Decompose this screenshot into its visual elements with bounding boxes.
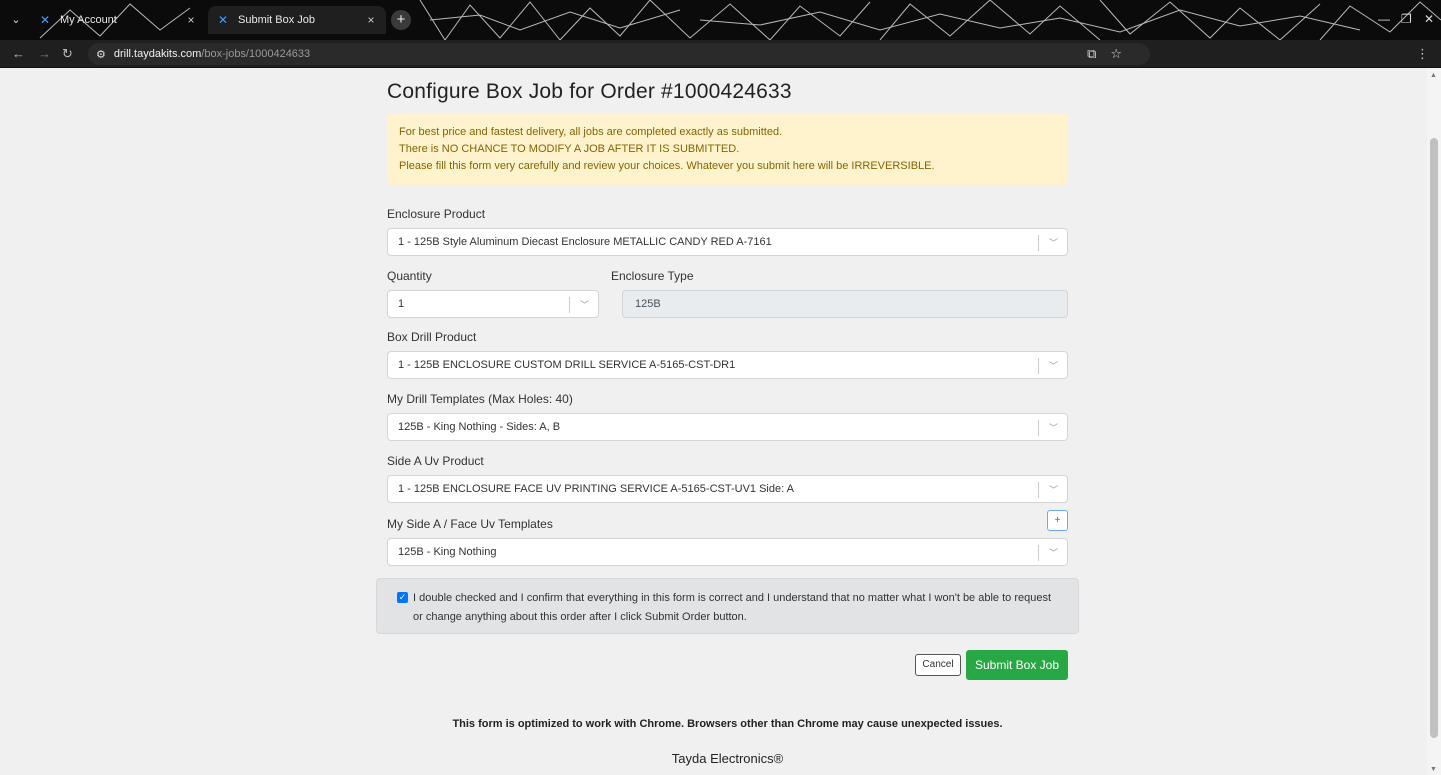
warning-alert: For best price and fastest delivery, all… xyxy=(387,114,1068,185)
enclosure-product-label: Enclosure Product xyxy=(387,207,486,221)
add-uv-template-button[interactable]: + xyxy=(1047,510,1068,531)
tab-submit-box-job[interactable]: ✕ Submit Box Job × xyxy=(208,6,386,34)
footer-brand: Tayda Electronics® xyxy=(671,751,784,766)
alert-line: Please fill this form very carefully and… xyxy=(399,160,935,172)
tab-title: Submit Box Job xyxy=(238,14,316,26)
alert-line: For best price and fastest delivery, all… xyxy=(399,126,783,138)
confirm-text: I double checked and I confirm that ever… xyxy=(413,592,1052,623)
forward-arrow-icon[interactable]: → xyxy=(38,46,51,61)
new-tab-plus-icon[interactable]: + xyxy=(391,10,411,30)
scroll-down-arrow-icon[interactable]: ▼ xyxy=(1430,766,1437,773)
cancel-button[interactable]: Cancel xyxy=(915,654,961,676)
minimize-window-icon[interactable]: — xyxy=(1378,12,1390,26)
side-a-uv-product-value: 1 - 125B ENCLOSURE FACE UV PRINTING SERV… xyxy=(398,483,794,495)
scrollbar-thumb[interactable] xyxy=(1430,138,1438,738)
cast-and-bookmark-icons[interactable]: ⧉☆ xyxy=(1087,46,1136,62)
page-title: Configure Box Job for Order #1000424633 xyxy=(387,80,792,103)
quantity-select[interactable]: 1 ﹀ xyxy=(387,290,599,318)
enclosure-product-value: 1 - 125B Style Aluminum Diecast Enclosur… xyxy=(398,236,772,248)
enclosure-product-select[interactable]: 1 - 125B Style Aluminum Diecast Enclosur… xyxy=(387,228,1068,256)
chevron-down-icon: ﹀ xyxy=(1048,423,1058,433)
enclosure-type-value: 125B xyxy=(635,298,661,310)
quantity-label: Quantity xyxy=(387,269,432,283)
enclosure-type-field: 125B xyxy=(622,290,1068,318)
restore-window-icon[interactable]: ❐ xyxy=(1401,12,1412,26)
chevron-down-icon: ﹀ xyxy=(579,300,589,310)
alert-line: There is NO CHANCE TO MODIFY A JOB AFTER… xyxy=(399,143,740,155)
browser-compatibility-note: This form is optimized to work with Chro… xyxy=(452,718,1003,730)
enclosure-type-label: Enclosure Type xyxy=(611,269,694,283)
box-drill-product-label: Box Drill Product xyxy=(387,330,477,344)
tab-close-icon[interactable]: × xyxy=(364,13,378,27)
quantity-value: 1 xyxy=(398,298,405,310)
url-path: /box-jobs/1000424633 xyxy=(201,48,311,60)
tab-title: My Account xyxy=(60,14,117,26)
browser-tab-strip: ⌄ ✕ My Account × ✕ Submit Box Job × + — … xyxy=(0,0,1441,40)
url-host: drill.taydakits.com xyxy=(113,48,202,60)
box-drill-product-select[interactable]: 1 - 125B ENCLOSURE CUSTOM DRILL SERVICE … xyxy=(387,351,1068,379)
back-arrow-icon[interactable]: ← xyxy=(12,46,25,61)
side-a-uv-product-label: Side A Uv Product xyxy=(387,454,484,468)
tab-search-icon[interactable]: ⌄ xyxy=(6,10,26,30)
tab-my-account[interactable]: ✕ My Account × xyxy=(30,6,206,34)
browser-toolbar: ← → ↻ ⚙ drill.taydakits.com/box-jobs/100… xyxy=(0,40,1441,68)
confirm-checkbox[interactable]: ✓ xyxy=(397,592,408,603)
side-a-uv-templates-select[interactable]: 125B - King Nothing ﹀ xyxy=(387,538,1068,566)
reload-icon[interactable]: ↻ xyxy=(62,46,73,62)
chevron-down-icon: ﹀ xyxy=(1048,548,1058,558)
scroll-up-arrow-icon[interactable]: ▲ xyxy=(1430,72,1437,79)
side-a-uv-product-select[interactable]: 1 - 125B ENCLOSURE FACE UV PRINTING SERV… xyxy=(387,475,1068,503)
chevron-down-icon: ﹀ xyxy=(1048,238,1058,248)
side-a-uv-templates-value: 125B - King Nothing xyxy=(398,546,497,558)
browser-menu-icon[interactable]: ⋮ xyxy=(1416,46,1429,62)
submit-box-job-button[interactable]: Submit Box Job xyxy=(966,650,1068,680)
page-scrollbar[interactable]: ▲ ▼ xyxy=(1427,68,1441,775)
confirmation-panel: ✓ I double checked and I confirm that ev… xyxy=(376,578,1079,634)
site-info-icon[interactable]: ⚙ xyxy=(96,48,106,61)
chevron-down-icon: ﹀ xyxy=(1048,485,1058,495)
tayda-favicon-icon: ✕ xyxy=(39,13,51,27)
drill-templates-label: My Drill Templates (Max Holes: 40) xyxy=(387,392,573,406)
box-job-form: Configure Box Job for Order #1000424633 … xyxy=(376,80,1079,680)
drill-templates-value: 125B - King Nothing - Sides: A, B xyxy=(398,421,561,433)
close-window-icon[interactable]: ✕ xyxy=(1424,12,1434,26)
address-bar[interactable]: ⚙ drill.taydakits.com/box-jobs/100042463… xyxy=(88,43,1150,65)
box-drill-product-value: 1 - 125B ENCLOSURE CUSTOM DRILL SERVICE … xyxy=(398,359,736,371)
drill-templates-select[interactable]: 125B - King Nothing - Sides: A, B ﹀ xyxy=(387,413,1068,441)
chevron-down-icon: ﹀ xyxy=(1048,361,1058,371)
tayda-favicon-icon: ✕ xyxy=(217,13,229,27)
tab-close-icon[interactable]: × xyxy=(184,13,198,27)
side-a-uv-templates-label: My Side A / Face Uv Templates xyxy=(387,517,553,531)
